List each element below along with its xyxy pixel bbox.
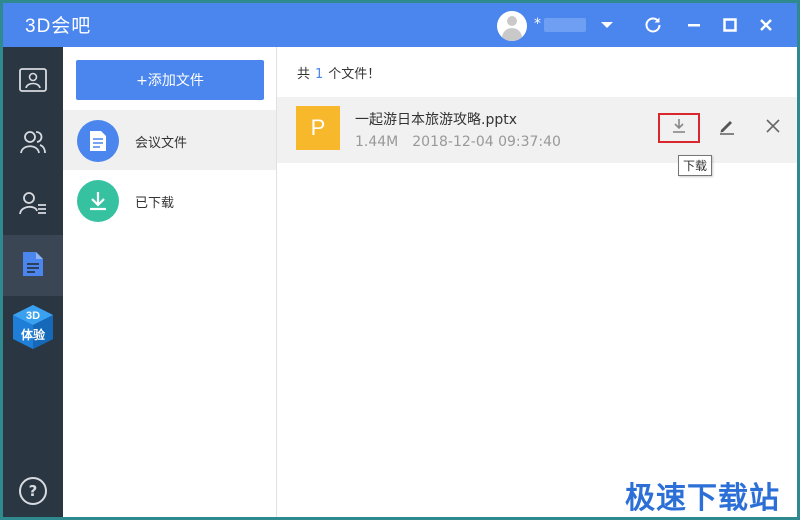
chevron-down-icon[interactable]	[593, 11, 621, 39]
svg-text:体验: 体验	[21, 327, 46, 342]
rename-button[interactable]	[706, 113, 748, 143]
avatar[interactable]	[497, 11, 527, 41]
refresh-icon[interactable]	[639, 11, 667, 39]
contact-list-icon	[18, 189, 48, 221]
category-label: 已下载	[135, 196, 175, 211]
3d-experience-icon: 3D 体验	[13, 305, 53, 349]
file-size: 1.44M	[355, 134, 399, 150]
nav-contacts[interactable]	[3, 113, 63, 174]
nav-documents[interactable]	[3, 235, 63, 296]
conference-icon	[18, 67, 48, 99]
file-count: 共 1 个文件！	[297, 67, 381, 82]
app-window: 3D会吧 * 3D 体验 ? +添加文件 会议文件 已下载 共 1 个文件！ P…	[3, 3, 797, 517]
category-label: 会议文件	[135, 136, 188, 151]
nav-3d-experience[interactable]: 3D 体验	[11, 303, 55, 351]
meeting-file-icon	[77, 120, 119, 162]
file-list-panel: 共 1 个文件！ P 一起游日本旅游攻略.pptx 1.44M 2018-12-04 …	[277, 47, 797, 517]
app-logo: 3D会吧	[25, 16, 92, 37]
help-icon[interactable]: ?	[19, 477, 47, 505]
watermark: 极速下载站	[625, 481, 780, 516]
delete-button[interactable]	[752, 113, 794, 143]
username-redacted	[544, 18, 586, 32]
download-button[interactable]	[658, 113, 700, 143]
maximize-icon[interactable]	[716, 11, 744, 39]
download-icon	[670, 117, 688, 139]
file-date: 2018-12-04 09:37:40	[412, 134, 561, 150]
svg-text:3D: 3D	[26, 310, 40, 322]
document-icon	[21, 250, 45, 282]
pencil-icon	[718, 117, 736, 139]
file-row[interactable]: P 一起游日本旅游攻略.pptx 1.44M 2018-12-04 09:37:4…	[277, 97, 797, 163]
category-panel: +添加文件 会议文件 已下载	[63, 47, 277, 517]
close-icon[interactable]	[752, 11, 780, 39]
add-file-button[interactable]: +添加文件	[76, 60, 264, 100]
close-icon	[765, 118, 781, 138]
file-meta: 1.44M 2018-12-04 09:37:40	[355, 134, 575, 150]
sidebar: 3D 体验 ?	[3, 47, 63, 517]
contacts-icon	[18, 128, 48, 160]
title-bar: 3D会吧 *	[3, 3, 797, 47]
username: *	[534, 16, 541, 32]
pptx-file-icon: P	[296, 106, 340, 150]
file-name: 一起游日本旅游攻略.pptx	[355, 112, 517, 128]
category-downloaded[interactable]: 已下载	[63, 170, 276, 230]
category-meeting-files[interactable]: 会议文件	[63, 110, 276, 170]
nav-contact-list[interactable]	[3, 174, 63, 235]
download-icon	[77, 180, 119, 222]
nav-conference[interactable]	[3, 52, 63, 113]
minimize-icon[interactable]	[680, 11, 708, 39]
download-tooltip: 下载	[678, 155, 713, 176]
